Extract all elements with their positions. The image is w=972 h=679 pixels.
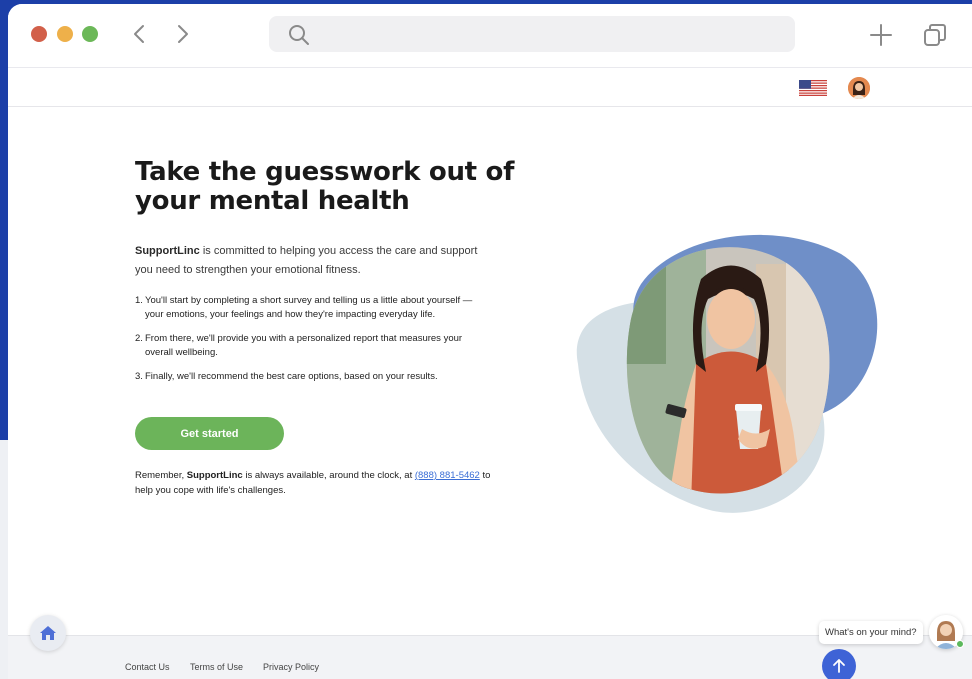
footer-link-terms[interactable]: Terms of Use: [190, 662, 243, 672]
step-text: You'll start by completing a short surve…: [145, 295, 473, 320]
footer-link-privacy[interactable]: Privacy Policy: [263, 662, 319, 672]
intro-paragraph: SupportLinc is committed to helping you …: [135, 242, 487, 280]
search-icon: [287, 23, 311, 47]
home-icon: [40, 626, 56, 640]
url-input[interactable]: [323, 22, 773, 46]
step-number: 2.: [135, 333, 143, 344]
plus-icon[interactable]: [867, 21, 895, 49]
maximize-window-button[interactable]: [82, 26, 98, 42]
back-arrow-icon[interactable]: [128, 22, 152, 46]
browser-toolbar: [8, 4, 972, 68]
get-started-button[interactable]: Get started: [135, 417, 284, 450]
hero-illustration: [556, 224, 886, 524]
footer-link-contact[interactable]: Contact Us: [125, 662, 170, 672]
reminder-prefix: Remember,: [135, 470, 187, 481]
address-bar[interactable]: [269, 16, 795, 52]
brand-name: SupportLinc: [186, 470, 243, 481]
minimize-window-button[interactable]: [57, 26, 73, 42]
scroll-to-top-button[interactable]: [822, 649, 856, 679]
close-window-button[interactable]: [31, 26, 47, 42]
steps-list: 1. You'll start by completing a short sur…: [135, 294, 475, 394]
arrow-up-icon: [833, 659, 845, 673]
page-title: Take the guesswork out of your mental he…: [135, 157, 515, 216]
user-avatar[interactable]: [848, 77, 870, 99]
phone-link[interactable]: (888) 881-5462: [415, 470, 480, 481]
step-text: Finally, we'll recommend the best care o…: [145, 371, 438, 382]
forward-arrow-icon[interactable]: [170, 22, 194, 46]
step-number: 1.: [135, 295, 143, 306]
step-number: 3.: [135, 371, 143, 382]
brand-name: SupportLinc: [135, 245, 200, 257]
browser-window: Take the guesswork out of your mental he…: [8, 4, 972, 679]
chat-prompt-bubble[interactable]: What's on your mind?: [819, 621, 923, 644]
site-header: [8, 68, 972, 107]
list-item: 2. From there, we'll provide you with a p…: [135, 332, 475, 360]
tabs-icon[interactable]: [921, 21, 949, 49]
list-item: 1. You'll start by completing a short sur…: [135, 294, 475, 322]
home-button[interactable]: [30, 615, 66, 651]
reminder-middle: is always available, around the clock, a…: [242, 470, 415, 481]
online-status-dot: [956, 640, 964, 648]
list-item: 3. Finally, we'll recommend the best care…: [135, 370, 475, 384]
reminder-paragraph: Remember, SupportLinc is always availabl…: [135, 468, 495, 498]
us-flag-icon[interactable]: [799, 80, 827, 96]
step-text: From there, we'll provide you with a per…: [145, 333, 463, 358]
